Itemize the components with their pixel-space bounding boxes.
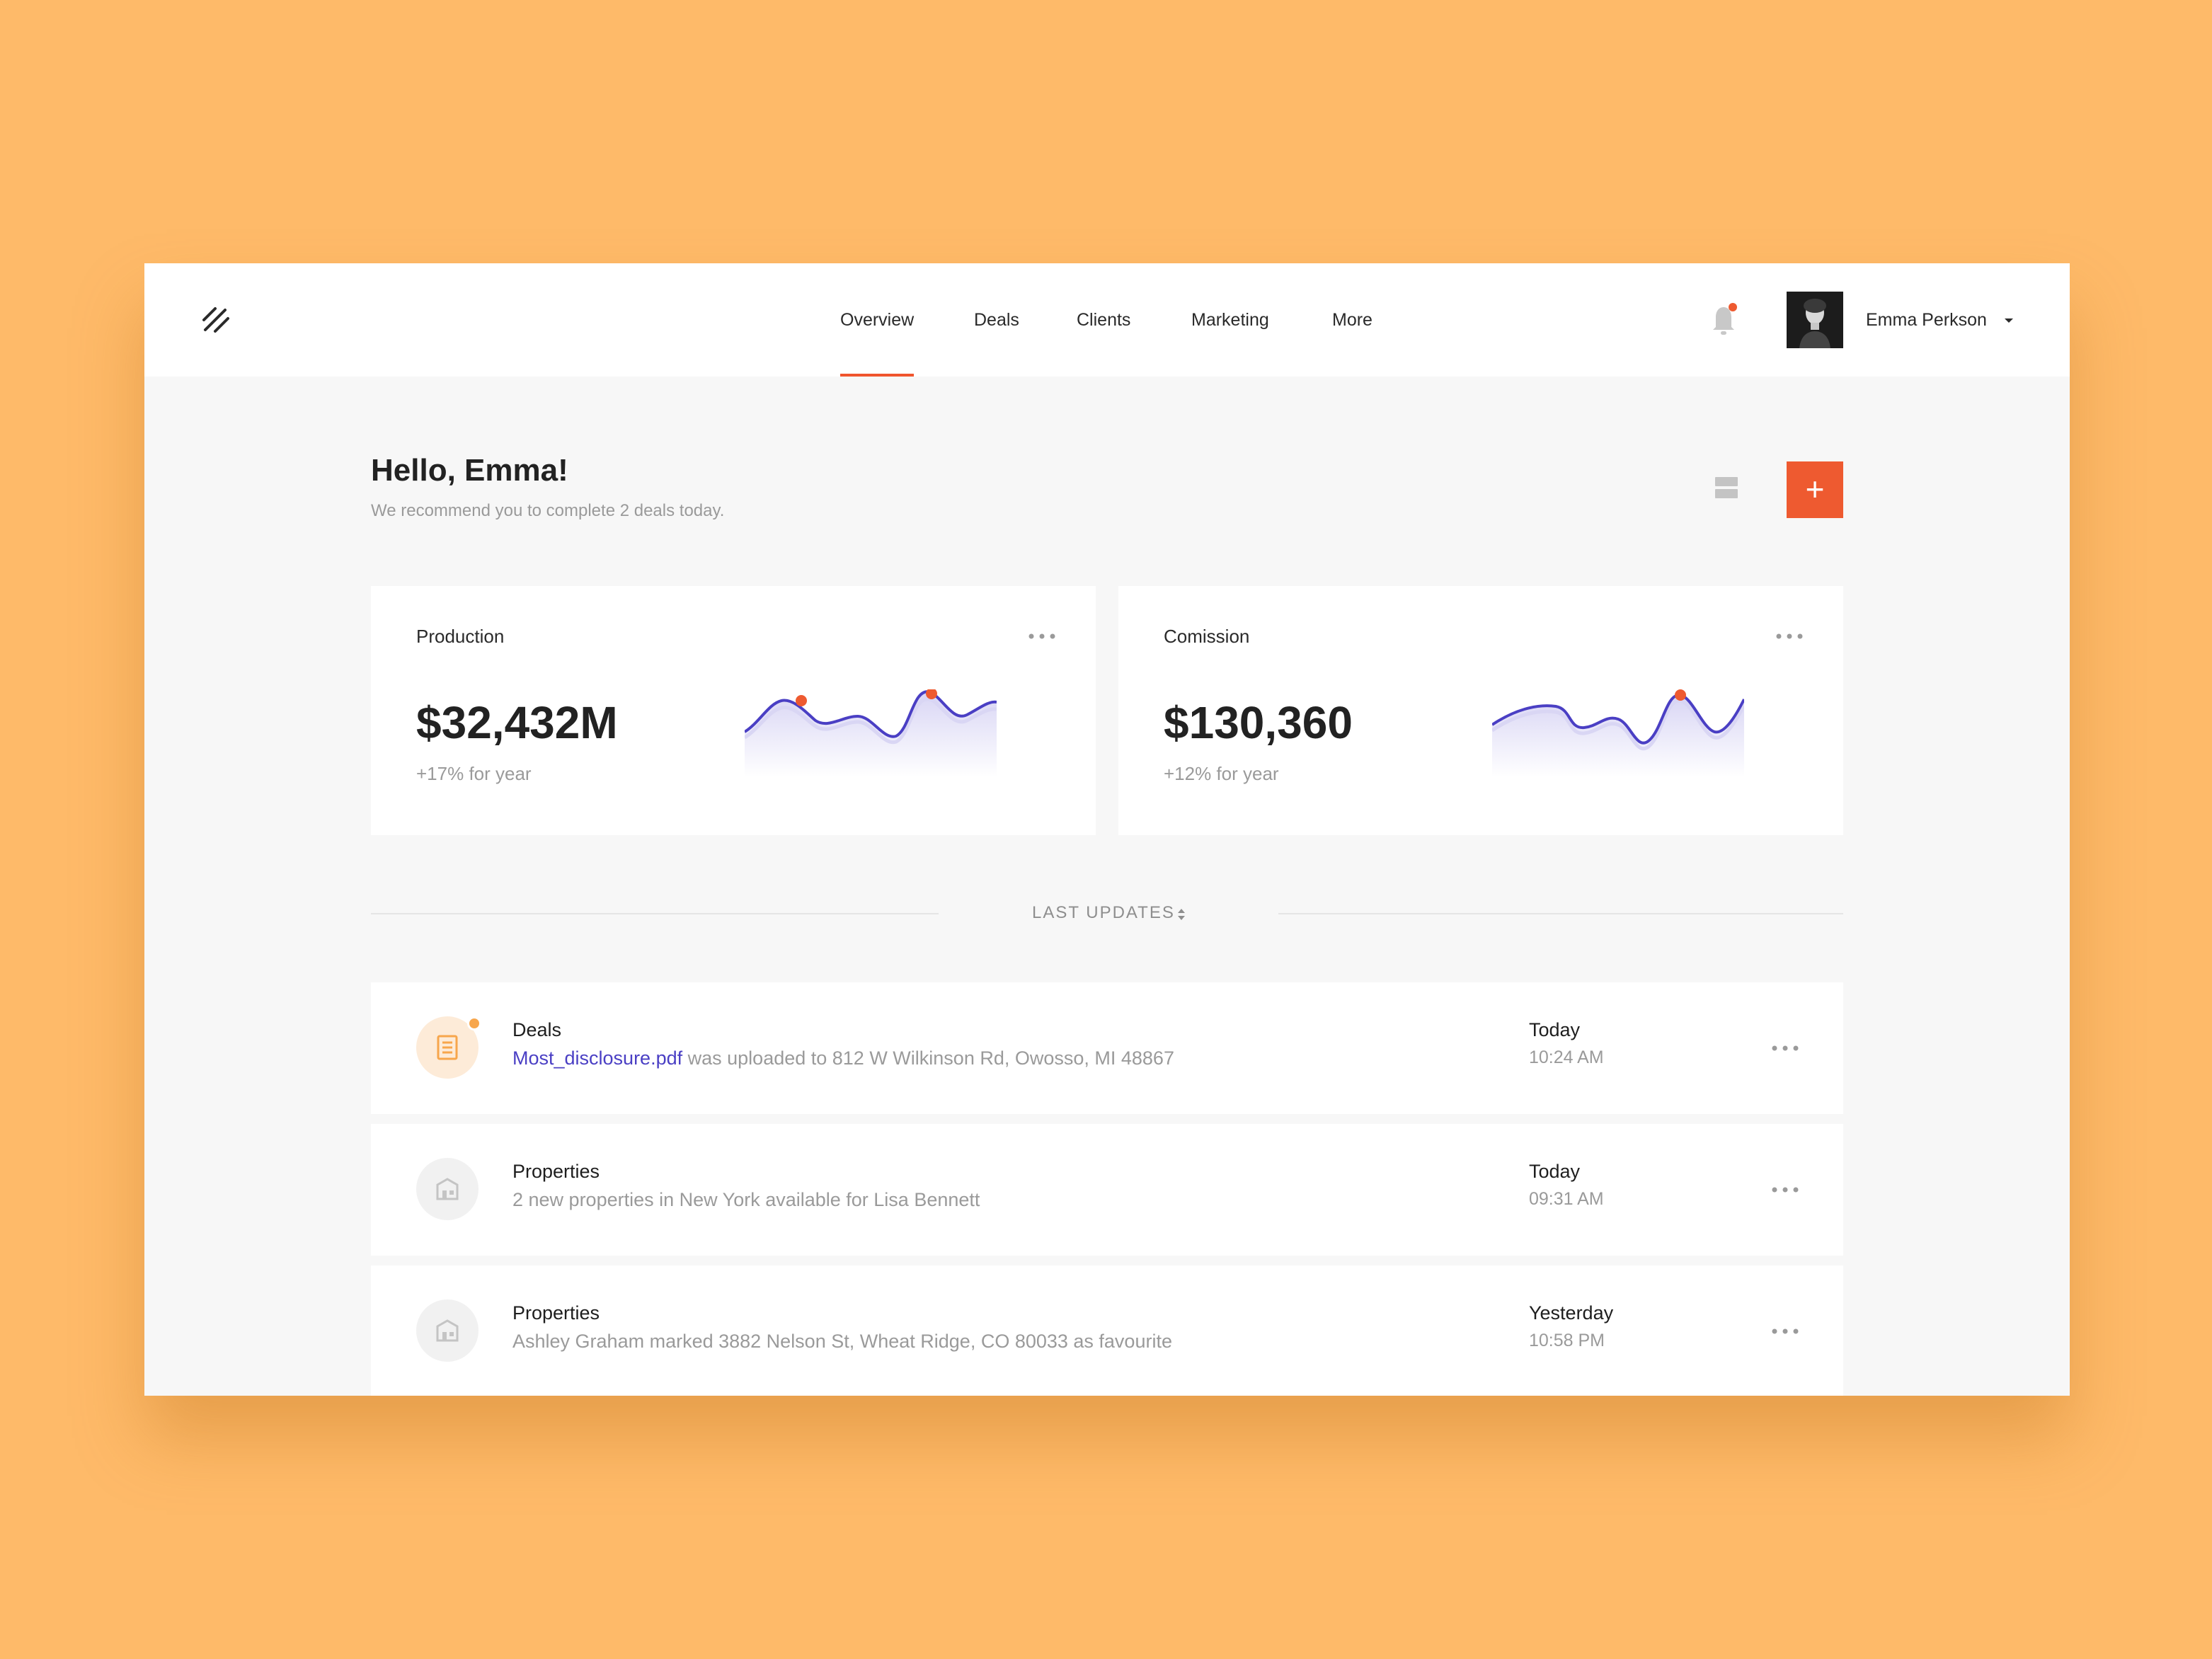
- caret-down-icon[interactable]: [2003, 317, 2015, 324]
- section-divider-right: [1278, 913, 1843, 914]
- unread-badge: [467, 1016, 481, 1031]
- card-title: Production: [416, 626, 505, 647]
- update-description: Most_disclosure.pdf was uploaded to 812 …: [512, 1047, 1174, 1069]
- nav-tab-marketing[interactable]: Marketing: [1191, 263, 1269, 377]
- update-day: Today: [1529, 1161, 1581, 1182]
- app-window: Overview Deals Clients Marketing More Em…: [144, 263, 2070, 1396]
- more-dots-icon[interactable]: [1775, 633, 1804, 640]
- card-delta: +12% for year: [1164, 763, 1279, 784]
- add-button[interactable]: +: [1787, 461, 1843, 518]
- update-day: Today: [1529, 1019, 1581, 1040]
- update-row[interactable]: Deals Most_disclosure.pdf was uploaded t…: [371, 982, 1843, 1114]
- stat-card-commission: Comission $130,360 +12% for year: [1118, 586, 1843, 835]
- update-category: Properties: [512, 1302, 600, 1324]
- update-time: 10:24 AM: [1529, 1047, 1604, 1067]
- more-dots-icon[interactable]: [1771, 1045, 1799, 1052]
- building-icon: [416, 1158, 478, 1220]
- update-description: 2 new properties in New York available f…: [512, 1189, 980, 1210]
- nav-tab-more[interactable]: More: [1332, 263, 1373, 377]
- card-value: $32,432M: [416, 697, 618, 748]
- sparkline-chart: [745, 689, 997, 777]
- page-subtitle: We recommend you to complete 2 deals tod…: [371, 501, 725, 520]
- nav-tab-clients[interactable]: Clients: [1077, 263, 1130, 377]
- update-text: was uploaded to 812 W Wilkinson Rd, Owos…: [682, 1047, 1174, 1069]
- update-row[interactable]: Properties Ashley Graham marked 3882 Nel…: [371, 1265, 1843, 1396]
- sparkline-chart: [1492, 689, 1744, 777]
- update-day: Yesterday: [1529, 1302, 1614, 1324]
- update-description: Ashley Graham marked 3882 Nelson St, Whe…: [512, 1331, 1172, 1352]
- layout-rows-icon[interactable]: [1714, 476, 1738, 500]
- card-delta: +17% for year: [416, 763, 532, 784]
- user-name[interactable]: Emma Perkson: [1866, 263, 1987, 377]
- nav-tab-overview[interactable]: Overview: [840, 263, 915, 377]
- update-category: Deals: [512, 1019, 562, 1040]
- card-value: $130,360: [1164, 697, 1353, 748]
- peak-marker: [796, 695, 807, 706]
- file-link[interactable]: Most_disclosure.pdf: [512, 1047, 682, 1069]
- unread-dot: [1729, 303, 1737, 311]
- update-row[interactable]: Properties 2 new properties in New York …: [371, 1124, 1843, 1256]
- section-divider-left: [371, 913, 939, 914]
- stat-card-production: Production $32,432M +17% for year: [371, 586, 1096, 835]
- nav-tab-deals[interactable]: Deals: [974, 263, 1019, 377]
- bell-icon[interactable]: [1709, 302, 1741, 337]
- last-updates-sort[interactable]: LAST UPDATES: [1032, 903, 1175, 923]
- building-icon: [416, 1299, 478, 1362]
- update-time: 10:58 PM: [1529, 1331, 1605, 1350]
- peak-marker: [1675, 689, 1686, 701]
- more-dots-icon[interactable]: [1771, 1186, 1799, 1193]
- update-time: 09:31 AM: [1529, 1189, 1604, 1209]
- update-category: Properties: [512, 1161, 600, 1182]
- sort-updown-icon[interactable]: [1176, 907, 1186, 922]
- user-avatar[interactable]: [1787, 292, 1843, 348]
- card-title: Comission: [1164, 626, 1250, 647]
- more-dots-icon[interactable]: [1028, 633, 1056, 640]
- top-navigation-bar: Overview Deals Clients Marketing More Em…: [144, 263, 2070, 377]
- logo-slash-icon[interactable]: [201, 306, 232, 334]
- page-title: Hello, Emma!: [371, 453, 568, 488]
- more-dots-icon[interactable]: [1771, 1328, 1799, 1335]
